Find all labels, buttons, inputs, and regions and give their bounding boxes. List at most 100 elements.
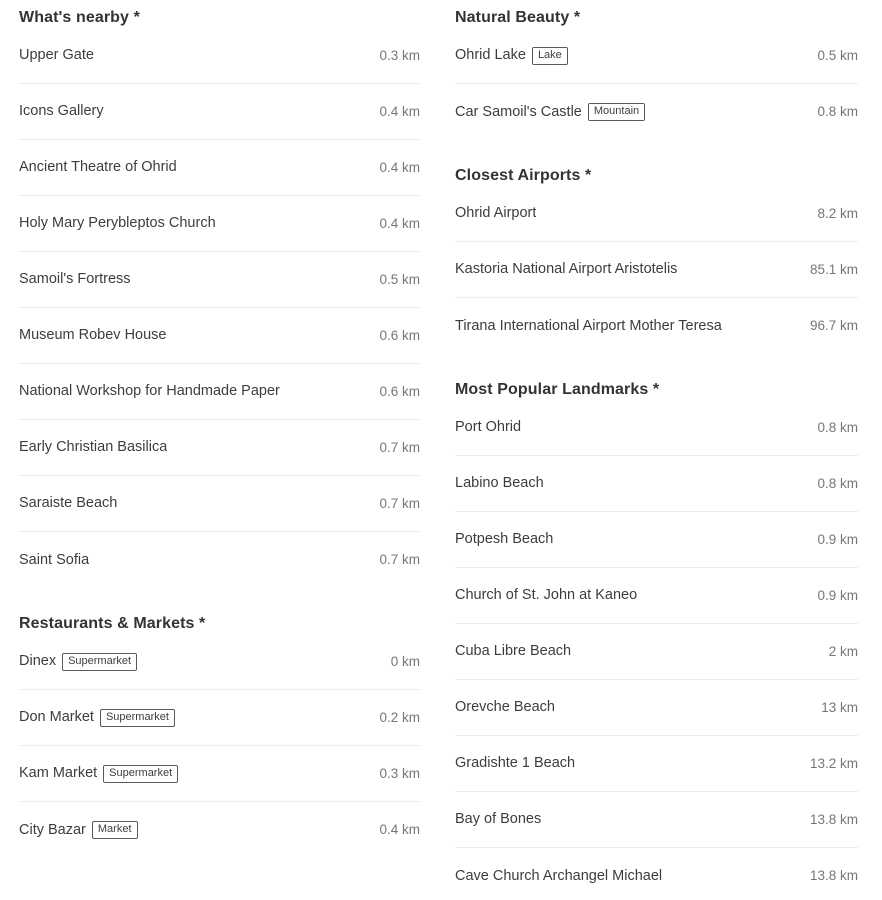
place-distance: 0.4 km: [379, 103, 420, 119]
list-item[interactable]: Ancient Theatre of Ohrid 0.4 km: [19, 140, 420, 196]
place-name: Potpesh Beach: [455, 531, 554, 547]
place-distance: 0.8 km: [817, 104, 858, 119]
place-name: Gradishte 1 Beach: [455, 755, 576, 771]
place-name: Ohrid Airport: [455, 205, 537, 221]
place-type-badge: Lake: [531, 46, 568, 65]
place-name-wrapper: Potpesh Beach: [455, 530, 553, 549]
place-distance: 0.6 km: [379, 383, 420, 399]
place-distance: 0.4 km: [379, 822, 420, 837]
place-distance: 13.8 km: [809, 811, 858, 827]
list-item[interactable]: Ohrid Lake Lake 0.5 km: [455, 28, 858, 84]
place-name-wrapper: Saraiste Beach: [19, 494, 117, 513]
list-item[interactable]: Don Market Supermarket 0.2 km: [19, 690, 420, 746]
place-name-wrapper: Gradishte 1 Beach: [455, 754, 575, 773]
place-name: Early Christian Basilica: [19, 439, 168, 455]
place-name: Holy Mary Perybleptos Church: [19, 215, 216, 231]
list-item[interactable]: Saint Sofia 0.7 km: [19, 532, 420, 588]
place-name-wrapper: Port Ohrid: [455, 418, 521, 437]
place-distance: 0.7 km: [379, 495, 420, 511]
list-item[interactable]: Saraiste Beach 0.7 km: [19, 476, 420, 532]
place-name: Port Ohrid: [455, 419, 522, 435]
place-name-wrapper: Kastoria National Airport Aristotelis: [455, 260, 677, 279]
list-restaurants-and-markets: Dinex Supermarket 0 km Don Market Supermarke…: [19, 634, 420, 858]
list-item[interactable]: Early Christian Basilica 0.7 km: [19, 420, 420, 476]
place-distance: 2 km: [828, 643, 858, 659]
list-closest-airports: Ohrid Airport 8.2 km Kastoria National Air…: [455, 186, 858, 354]
place-name-wrapper: Ohrid Lake Lake: [455, 46, 568, 65]
place-name: Bay of Bones: [455, 811, 542, 827]
list-natural-beauty: Ohrid Lake Lake 0.5 km Car Samoil's Castle M…: [455, 28, 858, 140]
place-name-wrapper: Kam Market Supermarket: [19, 764, 179, 783]
list-item[interactable]: Tirana International Airport Mother Tere…: [455, 298, 858, 354]
place-name: Don Market: [19, 709, 94, 725]
place-name: Ohrid Lake: [455, 47, 526, 63]
place-name: Cuba Libre Beach: [455, 643, 572, 659]
list-item[interactable]: Gradishte 1 Beach 13.2 km: [455, 736, 858, 792]
section-title-restaurants-and-markets: Restaurants & Markets *: [19, 615, 206, 632]
place-distance: 13 km: [821, 699, 858, 715]
list-item[interactable]: Museum Robev House 0.6 km: [19, 308, 420, 364]
list-item[interactable]: National Workshop for Handmade Paper 0.6 …: [19, 364, 420, 420]
place-name: Tirana International Airport Mother Tere…: [455, 317, 722, 334]
list-item[interactable]: Potpesh Beach 0.9 km: [455, 512, 858, 568]
place-name-wrapper: Ohrid Airport: [455, 204, 536, 223]
list-most-popular-landmarks: Port Ohrid 0.8 km Labino Beach 0.8 km Potpes…: [455, 400, 858, 900]
place-distance: 0.4 km: [379, 159, 420, 175]
right-column: Natural Beauty * Ohrid Lake Lake 0.5 km Car …: [441, 0, 882, 900]
place-name: Kastoria National Airport Aristotelis: [455, 261, 678, 277]
place-name-wrapper: Bay of Bones: [455, 810, 541, 829]
place-name-wrapper: Don Market Supermarket: [19, 708, 175, 727]
place-distance: 0.8 km: [817, 419, 858, 435]
place-name-wrapper: Holy Mary Perybleptos Church: [19, 214, 216, 233]
list-item[interactable]: Car Samoil's Castle Mountain 0.8 km: [455, 84, 858, 140]
list-item[interactable]: Church of St. John at Kaneo 0.9 km: [455, 568, 858, 624]
place-name-wrapper: Dinex Supermarket: [19, 652, 138, 671]
place-type-badge: Supermarket: [103, 764, 179, 783]
place-name: Upper Gate: [19, 47, 94, 63]
place-name: Dinex: [19, 653, 57, 669]
list-item[interactable]: Cave Church Archangel Michael 13.8 km: [455, 848, 858, 900]
section-natural-beauty: Natural Beauty * Ohrid Lake Lake 0.5 km Car …: [455, 0, 858, 140]
list-item[interactable]: Dinex Supermarket 0 km: [19, 634, 420, 690]
place-distance: 0.5 km: [817, 47, 858, 63]
list-item[interactable]: Cuba Libre Beach 2 km: [455, 624, 858, 680]
place-distance: 0.2 km: [379, 709, 420, 725]
place-name: Car Samoil's Castle: [455, 103, 582, 120]
list-item[interactable]: Upper Gate 0.3 km: [19, 28, 420, 84]
place-name: Cave Church Archangel Michael: [455, 867, 663, 884]
list-item[interactable]: Ohrid Airport 8.2 km: [455, 186, 858, 242]
place-distance: 96.7 km: [809, 318, 858, 333]
list-item[interactable]: City Bazar Market 0.4 km: [19, 802, 420, 858]
place-type-badge: Supermarket: [99, 708, 175, 727]
list-item[interactable]: Orevche Beach 13 km: [455, 680, 858, 736]
place-distance: 0.5 km: [379, 271, 420, 287]
left-column: What's nearby * Upper Gate 0.3 km Icons Gal…: [0, 0, 441, 900]
list-item[interactable]: Kastoria National Airport Aristotelis 85.…: [455, 242, 858, 298]
place-name: Orevche Beach: [455, 699, 555, 715]
place-distance: 0 km: [390, 653, 420, 669]
place-name: Kam Market: [19, 765, 98, 781]
place-name-wrapper: Labino Beach: [455, 474, 544, 493]
place-name: Labino Beach: [455, 475, 544, 491]
place-name: Museum Robev House: [19, 327, 167, 343]
list-item[interactable]: Port Ohrid 0.8 km: [455, 400, 858, 456]
place-distance: 13.2 km: [809, 755, 858, 771]
list-item[interactable]: Holy Mary Perybleptos Church 0.4 km: [19, 196, 420, 252]
place-distance: 0.3 km: [379, 47, 420, 63]
list-item[interactable]: Samoil's Fortress 0.5 km: [19, 252, 420, 308]
place-type-badge: Mountain: [587, 103, 646, 121]
section-title-most-popular-landmarks: Most Popular Landmarks *: [455, 381, 660, 398]
list-whats-nearby: Upper Gate 0.3 km Icons Gallery 0.4 km Ancie…: [19, 28, 420, 588]
place-name: National Workshop for Handmade Paper: [19, 383, 280, 399]
list-item[interactable]: Bay of Bones 13.8 km: [455, 792, 858, 848]
list-item[interactable]: Kam Market Supermarket 0.3 km: [19, 746, 420, 802]
place-distance: 13.8 km: [809, 868, 858, 883]
place-distance: 0.9 km: [817, 587, 858, 603]
list-item[interactable]: Labino Beach 0.8 km: [455, 456, 858, 512]
place-distance: 0.7 km: [379, 439, 420, 455]
place-distance: 0.6 km: [379, 327, 420, 343]
list-item[interactable]: Icons Gallery 0.4 km: [19, 84, 420, 140]
place-name-wrapper: Saint Sofia: [19, 551, 89, 570]
place-name-wrapper: Upper Gate: [19, 46, 94, 65]
place-name-wrapper: Samoil's Fortress: [19, 270, 131, 289]
